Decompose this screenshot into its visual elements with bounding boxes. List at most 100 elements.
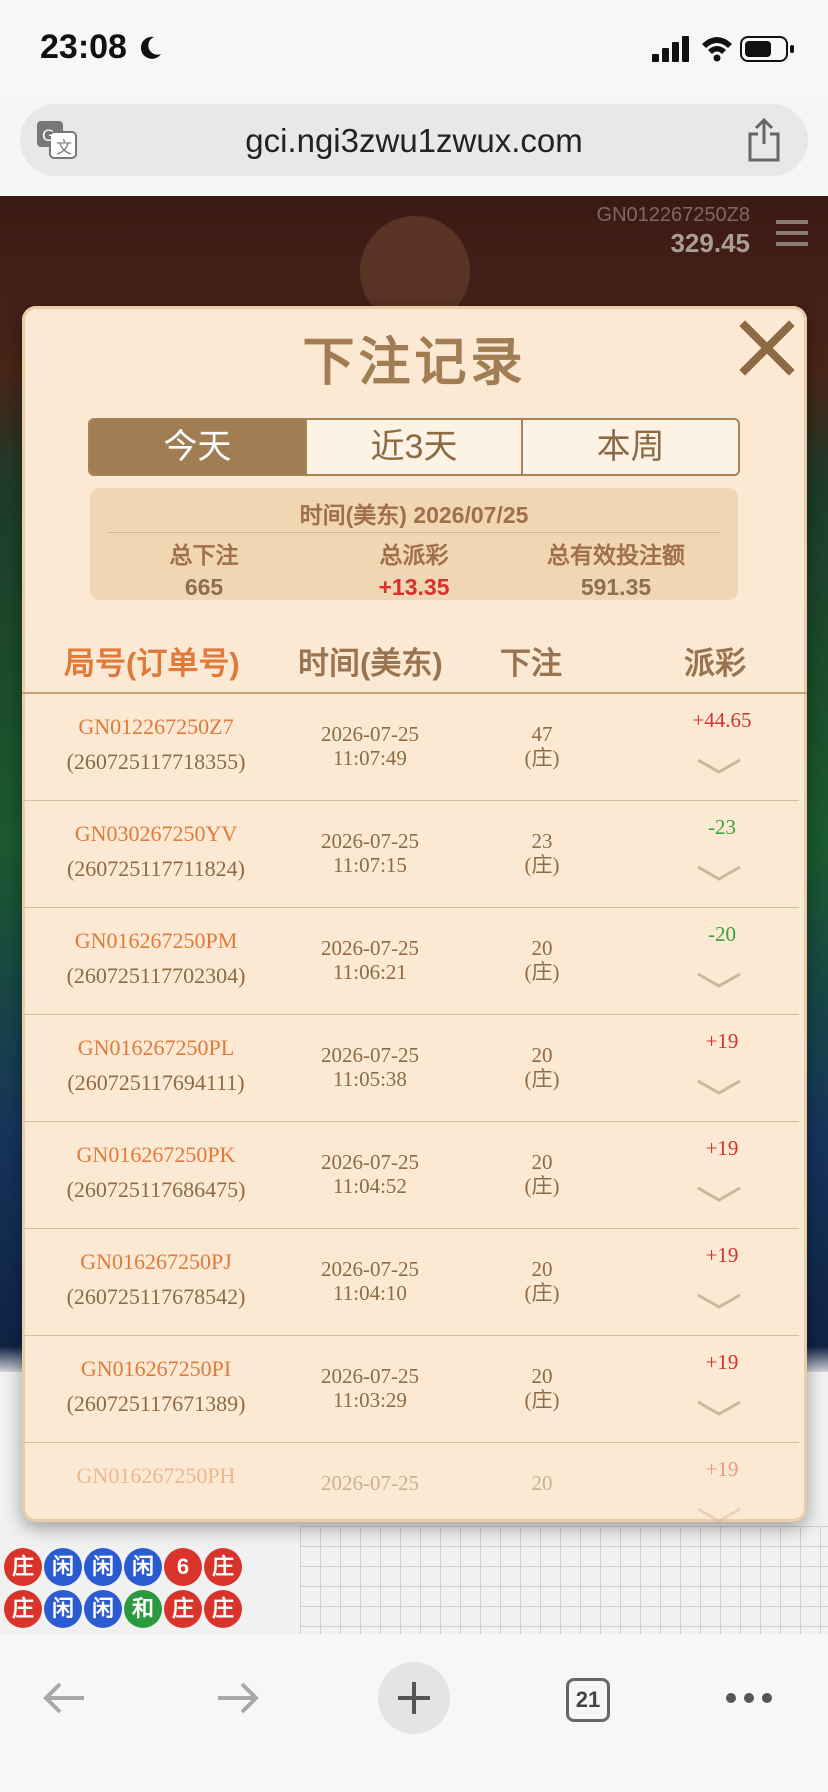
total-valid-value: 591.35 xyxy=(580,574,652,600)
bet-cell: 20 (庄) xyxy=(492,1364,592,1412)
menu-icon[interactable] xyxy=(776,218,808,248)
more-icon[interactable] xyxy=(724,1688,774,1708)
bet-time: 2026-07-25 11:06:21 xyxy=(282,936,458,984)
address-bar[interactable]: G 文 gci.ngi3zwu1zwux.com xyxy=(20,104,808,176)
payout: -20 xyxy=(708,922,736,946)
bet-side: (庄) xyxy=(524,746,560,770)
bet-amount: 20 xyxy=(531,1150,553,1174)
bet-amount: 20 xyxy=(531,1257,553,1281)
payout: +19 xyxy=(705,1136,739,1160)
summary-total-valid: 总有效投注额 591.35 xyxy=(506,536,726,601)
bet-clock: 11:07:15 xyxy=(333,853,407,877)
bet-cell: 20 (庄) xyxy=(492,1150,592,1198)
bet-side: (庄) xyxy=(524,960,560,984)
share-icon[interactable] xyxy=(746,118,782,162)
summary-total-bet: 总下注 665 xyxy=(94,536,314,601)
bet-cell: 47 (庄) xyxy=(492,722,592,770)
total-payout-value: +13.35 xyxy=(378,574,450,600)
table-row[interactable]: GN016267250PK (260725117686475) 2026-07-25… xyxy=(22,1122,799,1229)
bet-clock: 11:05:38 xyxy=(333,1067,407,1091)
road-bead: 闲 xyxy=(84,1548,122,1586)
round-id: GN012267250Z7 xyxy=(78,714,234,739)
summary-total-payout: 总派彩 +13.35 xyxy=(304,536,524,601)
road-bead: 闲 xyxy=(84,1590,122,1628)
forward-icon[interactable] xyxy=(214,1678,262,1718)
order-number: (260725117702304) xyxy=(66,963,246,988)
order-number: (260725117711824) xyxy=(66,856,246,881)
date-range-tabs: 今天 近3天 本周 xyxy=(88,418,740,476)
payout: +19 xyxy=(705,1243,739,1267)
round-id: GN016267250PK xyxy=(76,1142,236,1167)
chevron-down-icon[interactable] xyxy=(694,1398,744,1418)
table-row[interactable]: GN016267250PL (260725117694111) 2026-07-25… xyxy=(22,1015,799,1122)
bet-amount: 47 xyxy=(531,722,553,746)
header-bet: 下注 xyxy=(500,646,562,681)
round-id: GN016267250PM xyxy=(74,928,238,953)
round-id: GN030267250YV xyxy=(74,821,238,846)
bet-amount: 20 xyxy=(531,1364,553,1388)
round-id: GN016267250PL xyxy=(77,1035,235,1060)
order-number: (260725117718355) xyxy=(66,749,246,774)
plus-icon xyxy=(398,1682,430,1714)
tab-this-week[interactable]: 本周 xyxy=(523,420,738,474)
table-row[interactable]: GN030267250YV (260725117711824) 2026-07-25… xyxy=(22,801,799,908)
summary-date: 时间(美东) 2026/07/25 xyxy=(299,502,529,528)
bet-time: 2026-07-25 11:04:52 xyxy=(282,1150,458,1198)
chevron-down-icon[interactable] xyxy=(694,1505,744,1522)
table-row[interactable]: GN016267250PM (260725117702304) 2026-07-25… xyxy=(22,908,799,1015)
bet-cell: 23 (庄) xyxy=(492,829,592,877)
tab-today[interactable]: 今天 xyxy=(90,420,307,474)
bet-time: 2026-07-25 11:04:10 xyxy=(282,1257,458,1305)
total-payout-label: 总派彩 xyxy=(379,542,449,568)
bet-side: (庄) xyxy=(524,1281,560,1305)
bet-clock: 11:03:29 xyxy=(333,1388,407,1412)
bet-record-modal: 下注记录 今天 近3天 本周 时间(美东) 2026/07/25 总下注 665… xyxy=(22,306,807,1522)
url-text[interactable]: gci.ngi3zwu1zwux.com xyxy=(20,122,808,160)
browser-toolbar: 21 xyxy=(0,1634,828,1792)
wifi-icon xyxy=(702,37,732,62)
bet-clock: 11:04:10 xyxy=(333,1281,407,1305)
bet-clock: 11:04:52 xyxy=(333,1174,407,1198)
table-header: 局号(订单号) 时间(美东) 下注 派彩 xyxy=(22,638,807,698)
bet-time: 2026-07-25 11:07:49 xyxy=(282,722,458,770)
bet-amount: 20 xyxy=(531,936,553,960)
chevron-down-icon[interactable] xyxy=(694,970,744,990)
round-id: GN016267250PJ xyxy=(80,1249,232,1274)
total-bet-value: 665 xyxy=(184,574,224,600)
bet-side: (庄) xyxy=(524,1388,560,1412)
new-tab-button[interactable] xyxy=(378,1662,450,1734)
table-row[interactable]: GN012267250Z7 (260725117718355) 2026-07-25… xyxy=(22,694,799,801)
table-row[interactable]: GN016267250PH 2026-07-25 20 +19 xyxy=(22,1443,799,1522)
moon-icon xyxy=(140,36,161,59)
tab-3-days[interactable]: 近3天 xyxy=(306,420,524,474)
bet-side: (庄) xyxy=(524,1174,560,1198)
total-bet-label: 总下注 xyxy=(169,542,239,568)
bet-date: 2026-07-25 xyxy=(321,1043,419,1067)
chevron-down-icon[interactable] xyxy=(694,756,744,776)
chevron-down-icon[interactable] xyxy=(694,863,744,883)
back-icon[interactable] xyxy=(40,1678,88,1718)
payout: +19 xyxy=(705,1350,739,1374)
tab-count-button[interactable]: 21 xyxy=(566,1678,610,1722)
road-bead: 和 xyxy=(124,1590,162,1628)
round-id: GN016267250PI xyxy=(80,1356,232,1381)
summary-divider xyxy=(108,532,720,533)
chevron-down-icon[interactable] xyxy=(694,1184,744,1204)
table-row[interactable]: GN016267250PI (260725117671389) 2026-07-25… xyxy=(22,1336,799,1443)
close-icon[interactable] xyxy=(737,318,797,378)
header-payout: 派彩 xyxy=(684,646,746,681)
road-bead: 庄 xyxy=(204,1590,242,1628)
header-time: 时间(美东) xyxy=(298,646,443,681)
bet-cell: 20 (庄) xyxy=(492,1257,592,1305)
bet-time: 2026-07-25 11:03:29 xyxy=(282,1364,458,1412)
signal-icon xyxy=(652,36,689,62)
table-row[interactable]: GN016267250PJ (260725117678542) 2026-07-25… xyxy=(22,1229,799,1336)
road-bead: 闲 xyxy=(44,1590,82,1628)
chevron-down-icon[interactable] xyxy=(694,1077,744,1097)
battery-icon xyxy=(740,36,794,62)
road-bead: 庄 xyxy=(204,1548,242,1586)
chevron-down-icon[interactable] xyxy=(694,1291,744,1311)
bet-date: 2026-07-25 xyxy=(321,829,419,853)
modal-title: 下注记录 xyxy=(302,334,527,392)
bet-date: 2026-07-25 xyxy=(321,1150,419,1174)
